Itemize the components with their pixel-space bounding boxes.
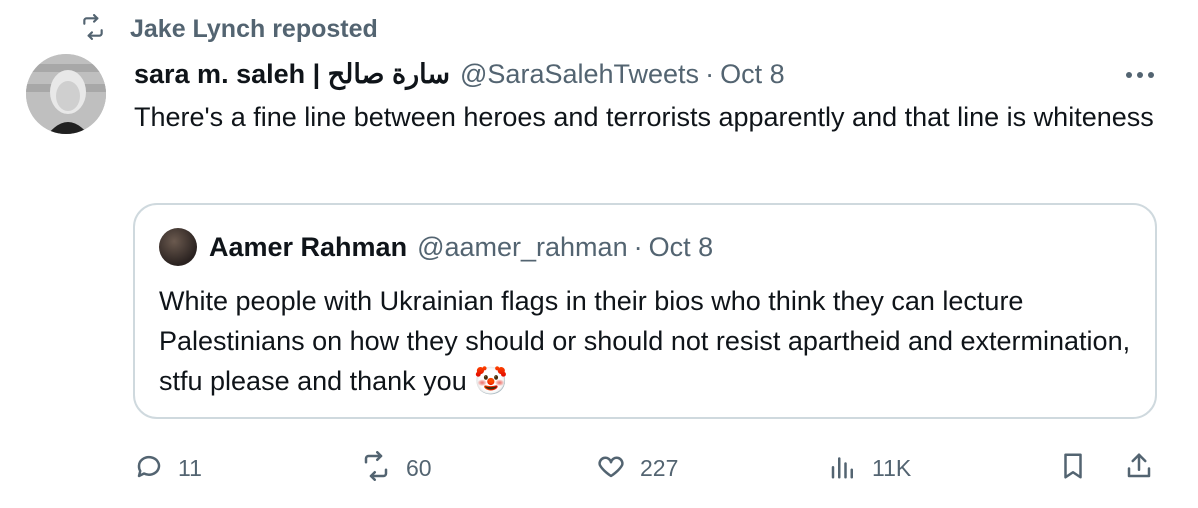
bookmark-button[interactable]	[1058, 448, 1088, 488]
tweet-date[interactable]: Oct 8	[720, 59, 785, 90]
separator: ·	[705, 58, 715, 89]
quoted-avatar[interactable]	[159, 228, 197, 266]
tweet-header: sara m. saleh | سارة صالح @SaraSalehTwee…	[134, 56, 785, 92]
share-button[interactable]	[1124, 448, 1154, 488]
avatar[interactable]	[26, 54, 106, 134]
like-button[interactable]: 227	[596, 448, 678, 488]
reply-button[interactable]: 11	[134, 448, 202, 488]
quoted-tweet-text: White people with Ukrainian flags in the…	[159, 286, 1131, 396]
reply-icon	[134, 451, 164, 486]
tweet-text: There's a fine line between heroes and t…	[134, 102, 1154, 132]
views-button[interactable]: 11K	[828, 448, 911, 488]
retweet-button[interactable]: 60	[360, 448, 432, 488]
reply-count: 11	[178, 454, 202, 481]
retweet-count: 60	[406, 454, 432, 481]
like-count: 227	[640, 454, 679, 481]
repost-indicator[interactable]: Jake Lynch reposted	[78, 12, 378, 46]
repost-icon	[78, 13, 108, 45]
quoted-separator: ·	[633, 231, 643, 262]
quoted-tweet[interactable]: Aamer Rahman @aamer_rahman · Oct 8 White…	[133, 203, 1157, 419]
quoted-author-handle[interactable]: @aamer_rahman	[417, 232, 628, 263]
views-icon	[828, 451, 858, 486]
more-button[interactable]	[1122, 60, 1158, 90]
more-icon	[1125, 66, 1155, 84]
views-count: 11K	[872, 454, 912, 481]
author-name[interactable]: sara m. saleh | سارة صالح	[134, 59, 450, 90]
like-icon	[596, 451, 626, 486]
quoted-author-name[interactable]: Aamer Rahman	[209, 232, 407, 263]
share-icon	[1124, 451, 1154, 486]
quoted-tweet-header: Aamer Rahman @aamer_rahman · Oct 8	[159, 227, 713, 267]
repost-label[interactable]: Jake Lynch reposted	[130, 15, 378, 44]
bookmark-icon	[1058, 451, 1088, 486]
action-bar: 11 60 227 11K	[134, 448, 1164, 488]
retweet-icon	[360, 450, 392, 486]
author-handle[interactable]: @SaraSalehTweets	[460, 59, 699, 90]
quoted-date[interactable]: Oct 8	[649, 232, 714, 263]
